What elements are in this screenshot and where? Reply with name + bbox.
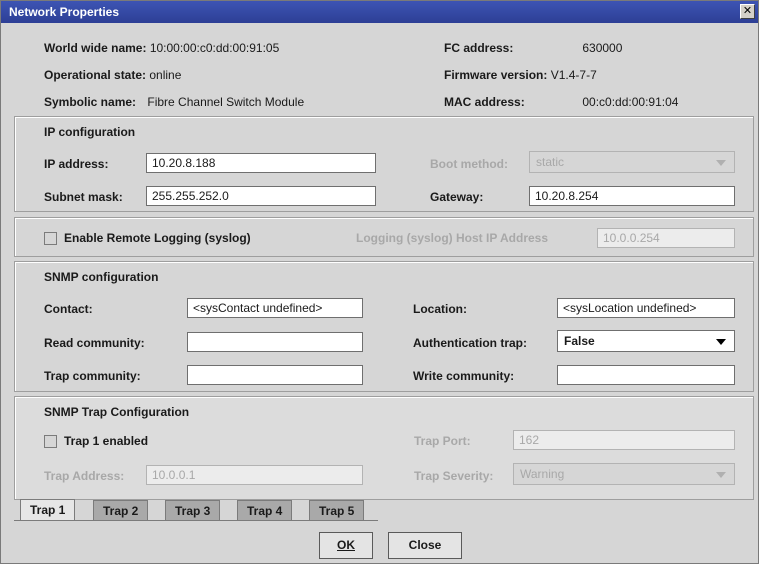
trap-community-input[interactable] <box>187 365 363 385</box>
read-community-input[interactable] <box>187 332 363 352</box>
mac-address-row: MAC address: 00:c0:dd:00:91:04 <box>444 95 678 109</box>
firmware-row: Firmware version: V1.4-7-7 <box>444 68 597 82</box>
tab-divider <box>14 520 378 521</box>
gateway-input[interactable]: 10.20.8.254 <box>529 186 735 206</box>
trap-port-input[interactable]: 162 <box>513 430 735 450</box>
tab-trap-5[interactable]: Trap 5 <box>309 500 365 520</box>
auth-trap-value: False <box>564 334 595 348</box>
location-input[interactable]: <sysLocation undefined> <box>557 298 735 318</box>
trap-config-title: SNMP Trap Configuration <box>44 405 190 419</box>
boot-method-select[interactable]: static <box>529 151 735 173</box>
auth-trap-select[interactable]: False <box>557 330 735 352</box>
close-icon[interactable]: ✕ <box>740 4 755 19</box>
syslog-host-input[interactable]: 10.0.0.254 <box>597 228 735 248</box>
symbolic-name-label: Symbolic name: <box>44 95 137 109</box>
chevron-down-icon <box>716 160 726 166</box>
trap-address-label: Trap Address: <box>44 469 125 483</box>
boot-method-label: Boot method: <box>430 157 508 171</box>
op-state-row: Operational state: online <box>44 68 181 82</box>
trap-severity-value: Warning <box>520 467 565 481</box>
subnet-mask-label: Subnet mask: <box>44 190 123 204</box>
tab-trap-2[interactable]: Trap 2 <box>93 500 149 520</box>
remote-logging-checkbox[interactable] <box>44 232 57 245</box>
tab-trap-3[interactable]: Trap 3 <box>165 500 221 520</box>
read-community-label: Read community: <box>44 336 145 350</box>
symbolic-name-value: Fibre Channel Switch Module <box>147 95 305 109</box>
contact-input[interactable]: <sysContact undefined> <box>187 298 363 318</box>
trap-port-label: Trap Port: <box>414 434 471 448</box>
trap-community-label: Trap community: <box>44 369 141 383</box>
trap-enabled-label: Trap 1 enabled <box>64 434 149 448</box>
write-community-input[interactable] <box>557 365 735 385</box>
boot-method-value: static <box>536 155 565 169</box>
title-bar[interactable]: Network Properties ✕ <box>1 1 758 23</box>
fc-address-row: FC address: 630000 <box>444 41 622 55</box>
tab-trap-4[interactable]: Trap 4 <box>237 500 293 520</box>
fc-address-value: 630000 <box>582 41 623 55</box>
wwn-value: 10:00:00:c0:dd:00:91:05 <box>149 41 280 55</box>
syslog-host-label: Logging (syslog) Host IP Address <box>356 231 549 245</box>
trap-enabled-checkbox[interactable] <box>44 435 57 448</box>
wwn-label: World wide name: <box>44 41 147 55</box>
gateway-label: Gateway: <box>430 190 484 204</box>
trap-address-input[interactable]: 10.0.0.1 <box>146 465 363 485</box>
snmp-config-title: SNMP configuration <box>44 270 159 284</box>
chevron-down-icon <box>716 472 726 478</box>
switch-info: World wide name: 10:00:00:c0:dd:00:91:05… <box>14 31 754 111</box>
remote-logging-label: Enable Remote Logging (syslog) <box>64 231 251 245</box>
trap-severity-select[interactable]: Warning <box>513 463 735 485</box>
wwn-row: World wide name: 10:00:00:c0:dd:00:91:05 <box>44 41 279 55</box>
ip-config-title: IP configuration <box>44 125 136 139</box>
contact-label: Contact: <box>44 302 93 316</box>
trap-severity-label: Trap Severity: <box>414 469 494 483</box>
network-properties-dialog: Network Properties ✕ World wide name: 10… <box>0 0 759 564</box>
dialog-title: Network Properties <box>9 5 120 19</box>
tab-trap-1[interactable]: Trap 1 <box>20 499 76 521</box>
trap-config-panel: SNMP Trap Configuration Trap 1 enabled T… <box>14 396 754 500</box>
firmware-value: V1.4-7-7 <box>550 68 597 82</box>
op-state-value: online <box>149 68 182 82</box>
auth-trap-label: Authentication trap: <box>413 336 527 350</box>
fc-address-label: FC address: <box>444 41 514 55</box>
write-community-label: Write community: <box>413 369 515 383</box>
subnet-mask-input[interactable]: 255.255.252.0 <box>146 186 376 206</box>
ip-address-input[interactable]: 10.20.8.188 <box>146 153 376 173</box>
ok-button[interactable]: OK <box>319 532 373 559</box>
ip-config-panel: IP configuration IP address: 10.20.8.188… <box>14 116 754 212</box>
symbolic-name-row: Symbolic name: Fibre Channel Switch Modu… <box>44 95 304 109</box>
firmware-label: Firmware version: <box>444 68 548 82</box>
logging-panel: Enable Remote Logging (syslog) Logging (… <box>14 217 754 257</box>
mac-address-label: MAC address: <box>444 95 525 109</box>
chevron-down-icon <box>716 339 726 345</box>
snmp-config-panel: SNMP configuration Contact: <sysContact … <box>14 261 754 392</box>
close-button[interactable]: Close <box>388 532 462 559</box>
mac-address-value: 00:c0:dd:00:91:04 <box>582 95 679 109</box>
op-state-label: Operational state: <box>44 68 147 82</box>
ip-address-label: IP address: <box>44 157 109 171</box>
location-label: Location: <box>413 302 467 316</box>
